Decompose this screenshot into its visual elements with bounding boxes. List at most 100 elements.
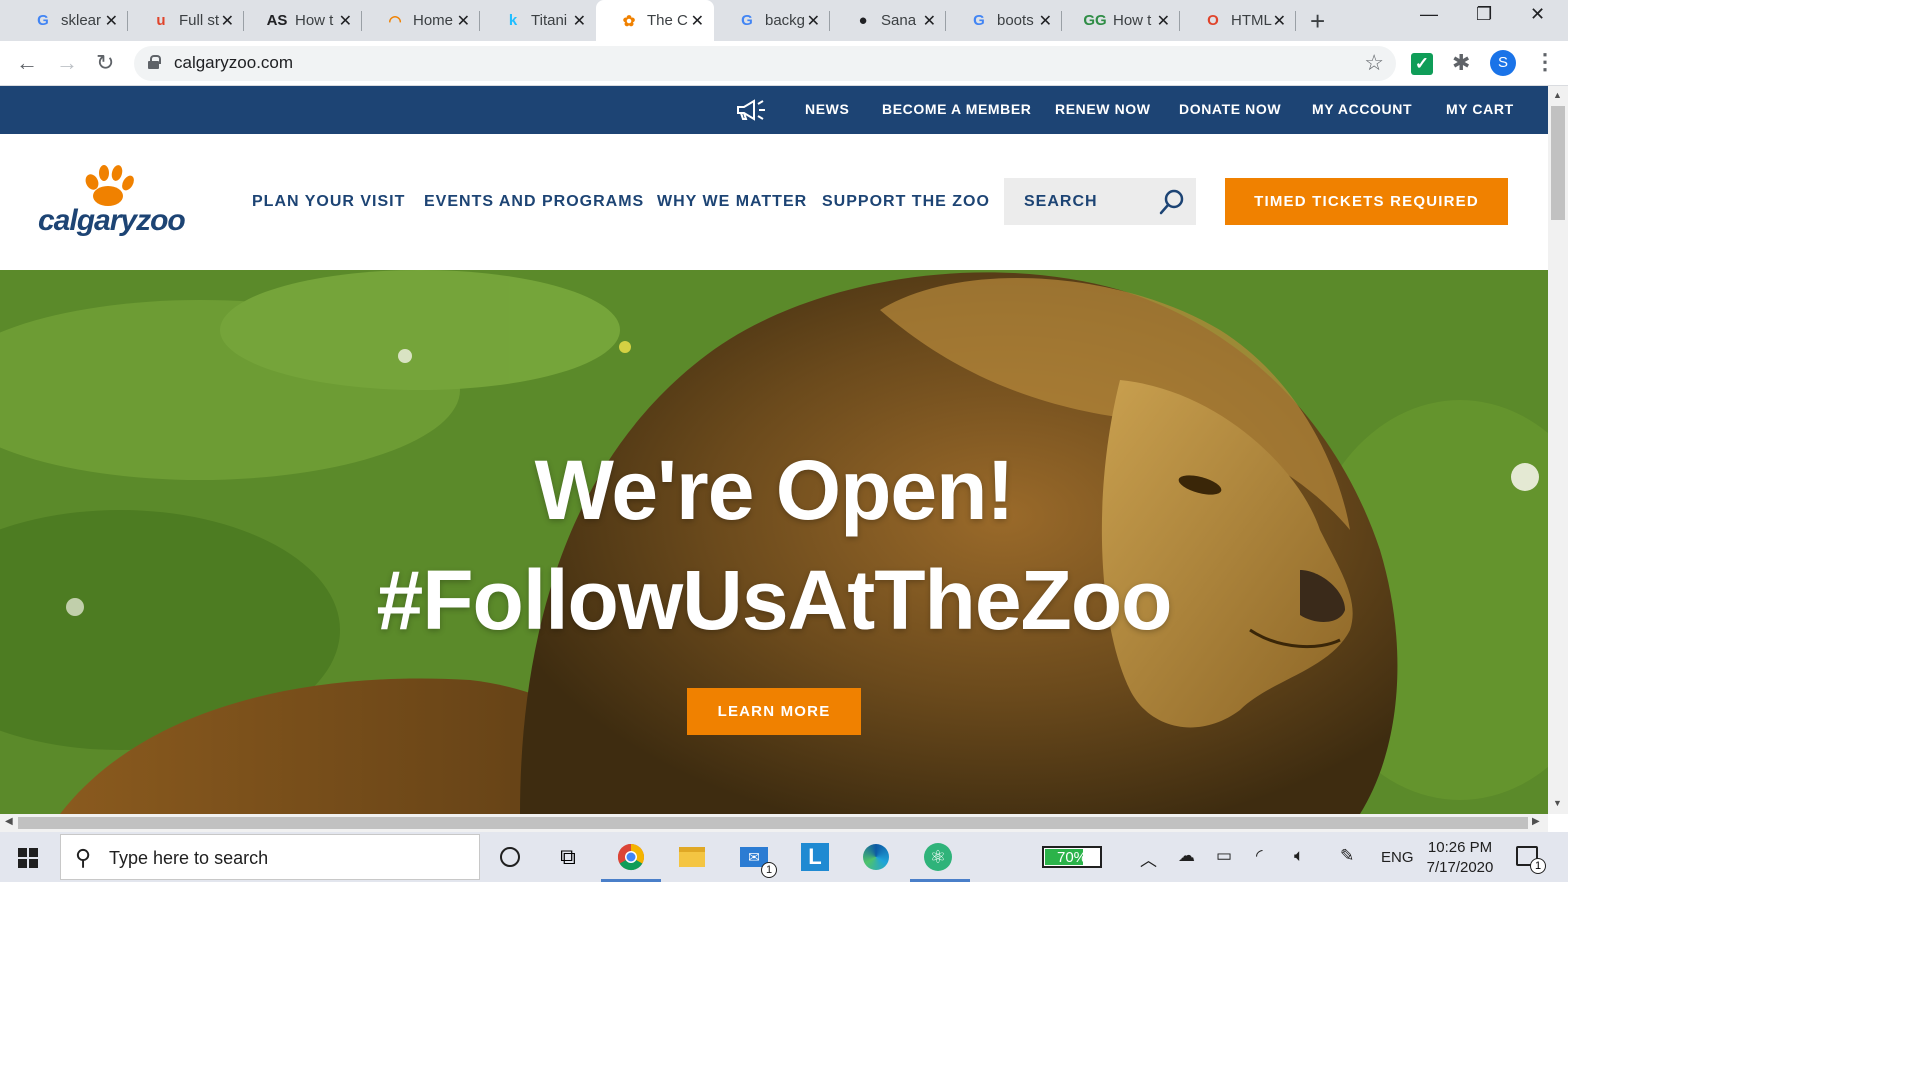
new-tab-button[interactable]: +	[1310, 6, 1325, 37]
extensions-puzzle-icon[interactable]: ✱	[1452, 50, 1470, 76]
back-icon[interactable]: ←	[16, 50, 38, 76]
browser-tab[interactable]: GG How t ✕	[1062, 0, 1180, 41]
profile-avatar[interactable]: S	[1490, 50, 1516, 76]
scroll-left-icon[interactable]: ◀	[5, 816, 13, 827]
browser-tab[interactable]: O HTML ✕	[1180, 0, 1296, 41]
scroll-up-icon[interactable]: ▲	[1553, 90, 1562, 100]
util-link-become-member[interactable]: BECOME A MEMBER	[882, 101, 1032, 117]
l-app-icon[interactable]: L	[800, 842, 830, 872]
close-tab-icon[interactable]: ✕	[339, 11, 352, 31]
browser-tab[interactable]: ✿ The C ✕	[596, 0, 714, 41]
util-link-news[interactable]: NEWS	[805, 101, 849, 117]
tab-title[interactable]: Titani	[531, 12, 575, 29]
close-tab-icon[interactable]: ✕	[807, 11, 820, 31]
extension-check-icon[interactable]: ✓	[1411, 53, 1433, 75]
scroll-right-icon[interactable]: ▶	[1532, 816, 1540, 827]
close-tab-icon[interactable]: ✕	[1157, 11, 1170, 31]
browser-tab[interactable]: k Titani ✕	[480, 0, 596, 41]
tab-title[interactable]: How t	[1113, 12, 1157, 29]
clock-time: 10:26 PM	[1427, 839, 1493, 856]
url-text[interactable]: calgaryzoo.com	[174, 53, 293, 73]
active-app-indicator-2	[910, 879, 970, 882]
address-bar[interactable]: calgaryzoo.com ☆	[134, 46, 1396, 81]
file-explorer-icon[interactable]	[677, 842, 707, 872]
browser-tab[interactable]: u Full st ✕	[128, 0, 244, 41]
browser-tab[interactable]: Gboots ✕	[946, 0, 1062, 41]
close-tab-icon[interactable]: ✕	[691, 11, 704, 31]
close-tab-icon[interactable]: ✕	[221, 11, 234, 31]
tab-title[interactable]: backg	[765, 12, 809, 29]
close-tab-icon[interactable]: ✕	[1273, 11, 1286, 31]
mail-icon[interactable]: ✉ 1	[739, 842, 777, 878]
taskbar-search-placeholder[interactable]: Type here to search	[109, 848, 268, 869]
tab-title[interactable]: Full st	[179, 12, 223, 29]
horizontal-scrollbar[interactable]: ◀ ▶	[0, 814, 1548, 832]
tab-title[interactable]: How t	[295, 12, 339, 29]
tab-title[interactable]: Home	[413, 12, 457, 29]
search-label[interactable]: SEARCH	[1024, 193, 1098, 211]
task-view-icon[interactable]: ⧉	[553, 842, 583, 872]
nav-plan-your-visit[interactable]: PLAN YOUR VISIT	[252, 193, 405, 211]
megaphone-icon[interactable]	[735, 98, 767, 122]
nav-events-and-programs[interactable]: EVENTS AND PROGRAMS	[424, 193, 644, 211]
util-link-donate[interactable]: DONATE NOW	[1179, 101, 1281, 117]
tab-title[interactable]: sklear	[61, 12, 105, 29]
close-tab-icon[interactable]: ✕	[923, 11, 936, 31]
lock-icon[interactable]	[148, 55, 161, 69]
language-indicator[interactable]: ENG	[1381, 849, 1414, 866]
site-search-box[interactable]: SEARCH	[1004, 178, 1196, 225]
active-app-indicator	[601, 879, 661, 882]
calgary-zoo-logo[interactable]: calgaryzoo	[38, 164, 188, 240]
edge-icon[interactable]	[861, 842, 891, 872]
volume-icon[interactable]: 🔈︎	[1294, 846, 1304, 866]
system-clock[interactable]: 10:26 PM 7/17/2020	[1418, 838, 1502, 878]
reload-icon[interactable]: ↻	[96, 50, 114, 76]
chrome-icon[interactable]	[616, 842, 646, 872]
close-tab-icon[interactable]: ✕	[1039, 11, 1052, 31]
close-tab-icon[interactable]: ✕	[573, 11, 586, 31]
action-center-icon[interactable]: 1	[1516, 846, 1546, 874]
util-link-my-account[interactable]: MY ACCOUNT	[1312, 101, 1412, 117]
nav-why-we-matter[interactable]: WHY WE MATTER	[657, 193, 807, 211]
util-link-my-cart[interactable]: MY CART	[1446, 101, 1514, 117]
cortana-icon[interactable]	[495, 842, 525, 872]
nav-support-the-zoo[interactable]: SUPPORT THE ZOO	[822, 193, 990, 211]
minimize-icon[interactable]: —	[1420, 4, 1438, 25]
close-tab-icon[interactable]: ✕	[457, 11, 470, 31]
udemy-icon: u	[156, 12, 166, 29]
close-window-icon[interactable]: ✕	[1530, 4, 1545, 25]
restore-icon[interactable]: ❐	[1476, 4, 1492, 25]
windows-start-icon[interactable]	[18, 848, 38, 868]
vertical-scroll-thumb[interactable]	[1551, 106, 1565, 220]
tab-title[interactable]: boots	[997, 12, 1041, 29]
onedrive-cloud-icon[interactable]: ☁	[1178, 846, 1195, 866]
battery-indicator[interactable]: 70%	[1042, 846, 1102, 868]
search-icon[interactable]	[1158, 188, 1186, 216]
taskbar-search-box[interactable]: ⚲ Type here to search	[60, 834, 480, 880]
learn-more-button[interactable]: LEARN MORE	[687, 688, 861, 735]
timed-tickets-button[interactable]: TIMED TICKETS REQUIRED	[1225, 178, 1508, 225]
forward-icon[interactable]: →	[56, 50, 78, 76]
battery-tray-icon[interactable]: ▭	[1216, 846, 1232, 866]
browser-menu-icon[interactable]: ⋮	[1534, 49, 1556, 75]
horizontal-scroll-thumb[interactable]	[18, 817, 1528, 829]
atom-icon[interactable]: ⚛	[923, 842, 953, 872]
tab-title[interactable]: Sana	[881, 12, 925, 29]
browser-tab[interactable]: Gsklear ✕	[10, 0, 128, 41]
hero-heading-line1: We're Open!	[534, 443, 1015, 537]
bookmark-star-icon[interactable]: ☆	[1364, 50, 1384, 76]
browser-tab[interactable]: ◠ Home ✕	[362, 0, 480, 41]
tab-title[interactable]: The C	[647, 12, 691, 29]
browser-tab[interactable]: ● Sana ✕	[830, 0, 946, 41]
wifi-icon[interactable]: ◜	[1256, 846, 1263, 866]
vertical-scrollbar[interactable]: ▲ ▼	[1548, 86, 1568, 814]
show-hidden-icons-icon[interactable]: ︿	[1140, 846, 1157, 871]
browser-tab[interactable]: Gbackg ✕	[714, 0, 830, 41]
util-link-renew[interactable]: RENEW NOW	[1055, 101, 1151, 117]
scroll-down-icon[interactable]: ▼	[1553, 798, 1562, 808]
pen-icon[interactable]: ✎	[1340, 846, 1354, 866]
tab-title[interactable]: HTML	[1231, 12, 1275, 29]
close-tab-icon[interactable]: ✕	[105, 11, 118, 31]
clock-date: 7/17/2020	[1426, 859, 1494, 876]
browser-tab[interactable]: AS How t ✕	[244, 0, 362, 41]
